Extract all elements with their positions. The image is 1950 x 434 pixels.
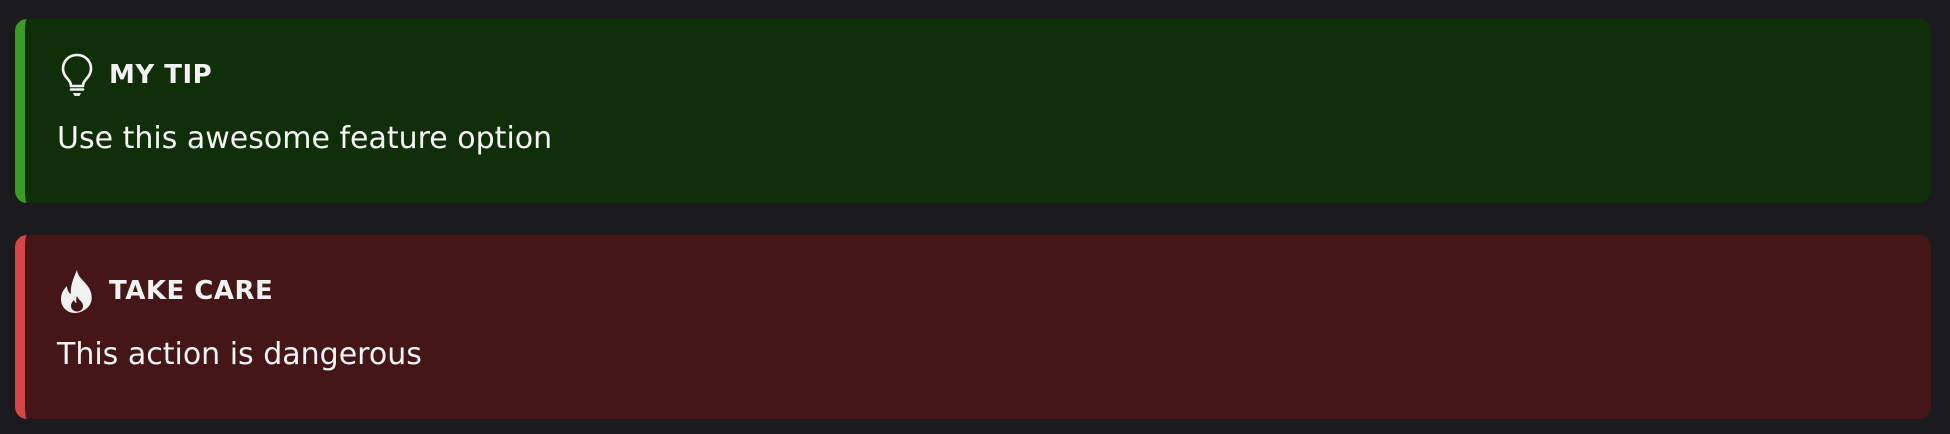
fire-icon	[57, 267, 97, 315]
tip-admonition: MY TIP Use this awesome feature option	[15, 19, 1931, 203]
admonition-body: Use this awesome feature option	[57, 121, 553, 156]
admonition-heading: TAKE CARE	[57, 267, 1931, 315]
admonition-heading: MY TIP	[57, 51, 1931, 99]
admonition-title: MY TIP	[109, 60, 213, 90]
admonition-body: This action is dangerous	[57, 337, 422, 372]
danger-admonition: TAKE CARE This action is dangerous	[15, 235, 1931, 419]
admonition-title: TAKE CARE	[109, 276, 274, 306]
lightbulb-icon	[57, 51, 97, 99]
page: MY TIP Use this awesome feature option T…	[0, 0, 1950, 434]
